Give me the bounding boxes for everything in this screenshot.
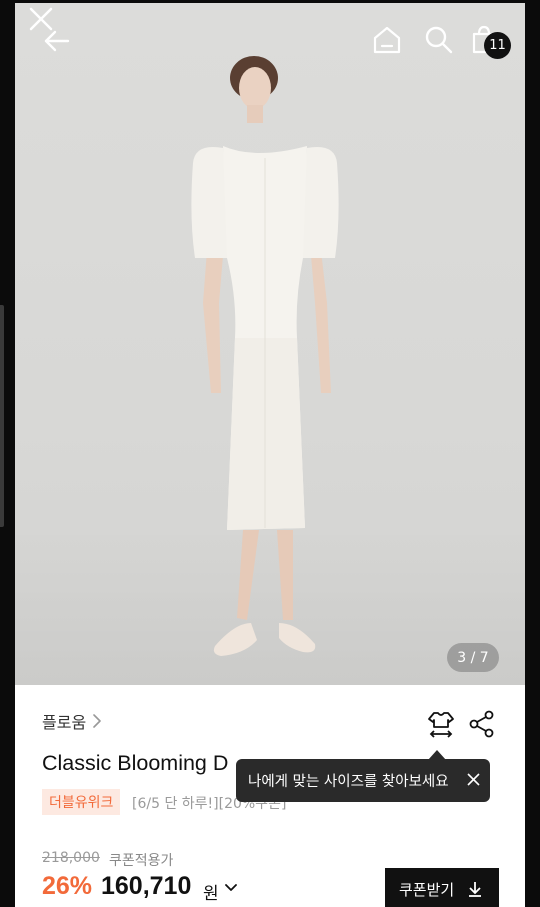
tooltip-close-icon[interactable] — [467, 773, 480, 786]
chevron-right-icon — [93, 714, 101, 728]
model-figure-illustration — [191, 56, 339, 656]
chevron-down-icon[interactable] — [225, 883, 237, 893]
product-image[interactable]: 11 3 / 7 — [15, 3, 525, 685]
cart-count-badge[interactable]: 11 — [484, 32, 511, 59]
sale-price: 160,710 — [101, 872, 192, 900]
product-title: Classic Blooming D — [42, 751, 229, 775]
discount-rate: 26% — [42, 872, 93, 900]
coupon-price-note: 쿠폰적용가 — [109, 853, 174, 869]
brand-name: 플로움 — [42, 713, 87, 732]
product-detail-screen: 11 3 / 7 플로움 Classic Blooming D 더블유위크 [6… — [15, 3, 525, 907]
home-icon[interactable] — [371, 24, 403, 56]
share-icon[interactable] — [469, 710, 495, 738]
brand-link[interactable]: 플로움 — [42, 709, 102, 733]
download-coupon-button[interactable]: 쿠폰받기 — [385, 868, 499, 907]
side-handle[interactable] — [0, 305, 4, 527]
promo-badge: 더블유위크 — [42, 789, 121, 815]
tooltip-text: 나에게 맞는 사이즈를 찾아보세요 — [248, 774, 449, 790]
size-tooltip: 나에게 맞는 사이즈를 찾아보세요 — [236, 759, 490, 802]
image-pager: 3 / 7 — [447, 643, 499, 672]
size-guide-icon[interactable] — [426, 709, 456, 739]
original-price: 218,000 — [42, 850, 100, 866]
search-icon[interactable] — [423, 24, 455, 56]
download-icon — [469, 882, 482, 897]
back-arrow-icon[interactable] — [42, 26, 72, 56]
currency-label: 원 — [203, 884, 219, 904]
coupon-button-label: 쿠폰받기 — [399, 880, 455, 899]
